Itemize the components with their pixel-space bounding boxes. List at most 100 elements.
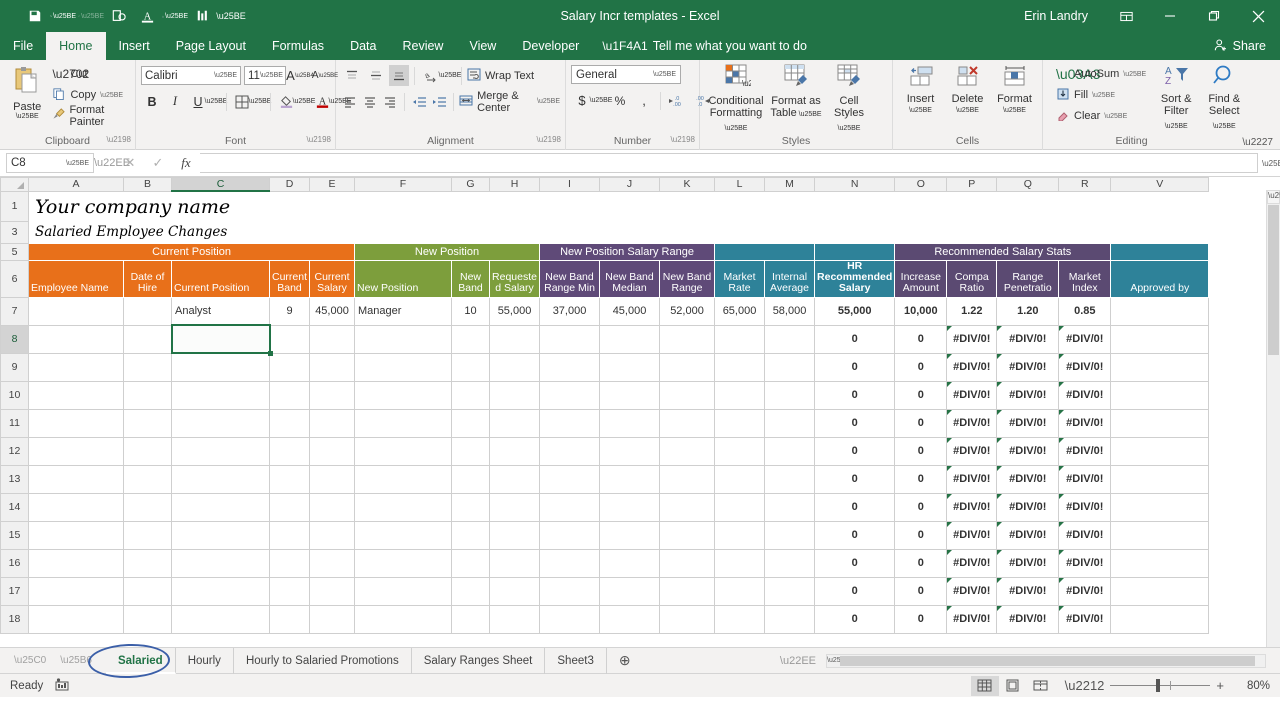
cell[interactable] (715, 605, 765, 633)
normal-view-button[interactable] (971, 676, 999, 696)
cell[interactable]: 0 (815, 325, 895, 353)
percent-button[interactable]: % (609, 90, 631, 111)
page-layout-view-button[interactable] (999, 676, 1027, 696)
cell[interactable] (1111, 493, 1209, 521)
format-cells-button[interactable]: Format \u25BE (992, 65, 1037, 117)
tell-me-box[interactable]: \u1F4A1 Tell me what you want to do (592, 32, 817, 60)
row-header-17[interactable]: 17 (1, 577, 29, 605)
cell[interactable] (355, 521, 452, 549)
cell[interactable] (172, 409, 270, 437)
cell[interactable] (1111, 297, 1209, 325)
cell[interactable] (660, 493, 715, 521)
cell[interactable]: #DIV/0! (1059, 577, 1111, 605)
cell[interactable] (29, 381, 124, 409)
cell[interactable]: 52,000 (660, 297, 715, 325)
cell[interactable] (600, 493, 660, 521)
autosum-button[interactable]: \u03A3 AutoSum \u25BE (1056, 64, 1146, 84)
cell[interactable] (124, 493, 172, 521)
company-name-title[interactable]: Your company name (29, 191, 1209, 221)
cell[interactable]: 0 (815, 437, 895, 465)
cell[interactable]: #DIV/0! (997, 437, 1059, 465)
cell-styles-button[interactable]: Cell Styles \u25BE (825, 64, 873, 135)
cell[interactable] (29, 493, 124, 521)
cell[interactable] (600, 381, 660, 409)
cell[interactable] (270, 577, 310, 605)
insert-function-icon[interactable]: fx (172, 155, 200, 171)
formula-input[interactable] (200, 153, 1258, 173)
cell[interactable] (310, 381, 355, 409)
previous-sheet-icon[interactable]: \u25C0 (14, 655, 46, 666)
cell[interactable]: #DIV/0! (1059, 493, 1111, 521)
cell[interactable]: #DIV/0! (1059, 353, 1111, 381)
sheet-tab-overflow-icon[interactable]: \u22EE (780, 655, 826, 667)
chart-icon[interactable] (190, 4, 216, 28)
cell[interactable]: 0 (895, 605, 947, 633)
cell[interactable] (452, 409, 490, 437)
fill-color-dropdown-icon[interactable]: \u25BE (165, 13, 188, 20)
column-header-c[interactable]: C (172, 178, 270, 192)
cell[interactable]: #DIV/0! (947, 549, 997, 577)
cell[interactable]: 0 (815, 605, 895, 633)
cell[interactable] (600, 437, 660, 465)
cell[interactable] (540, 353, 600, 381)
cell[interactable] (452, 465, 490, 493)
undo-dropdown-icon[interactable]: \u25BE (53, 13, 76, 20)
cell[interactable] (765, 577, 815, 605)
zoom-level[interactable]: 80% (1234, 680, 1270, 692)
cell[interactable] (355, 325, 452, 353)
cell[interactable]: 0 (815, 465, 895, 493)
cell[interactable] (715, 353, 765, 381)
cancel-formula-icon[interactable]: ✕ (116, 155, 144, 171)
column-header-f[interactable]: F (355, 178, 452, 192)
cell[interactable] (600, 549, 660, 577)
collapse-ribbon-button[interactable]: \u2227 (1242, 137, 1273, 148)
cell[interactable]: 45,000 (600, 297, 660, 325)
cell[interactable]: #DIV/0! (1059, 325, 1111, 353)
font-color-icon[interactable]: A (134, 4, 160, 28)
number-dialog-launcher[interactable]: \u2198 (671, 135, 695, 144)
row-header-7[interactable]: 7 (1, 297, 29, 325)
cell[interactable]: #DIV/0! (1059, 549, 1111, 577)
copy-button[interactable]: Copy \u25BE (52, 85, 130, 105)
cell[interactable] (660, 353, 715, 381)
cell[interactable] (1111, 437, 1209, 465)
cell[interactable]: #DIV/0! (997, 325, 1059, 353)
scroll-up-icon[interactable]: \u25B2 (1267, 190, 1280, 204)
ribbon-tab-developer[interactable]: Developer (509, 32, 592, 60)
cell[interactable] (540, 409, 600, 437)
font-name-input[interactable]: Calibri \u25BE (141, 66, 241, 85)
cell[interactable]: #DIV/0! (947, 353, 997, 381)
cell[interactable]: 0 (815, 577, 895, 605)
undo-icon[interactable]: \u25BE (50, 4, 76, 28)
cell[interactable] (270, 493, 310, 521)
wrap-text-button[interactable]: Wrap Text (467, 66, 534, 86)
fill-button[interactable]: Fill \u25BE (1056, 85, 1146, 105)
fill-color-button-dropdown-icon[interactable]: \u25BE (298, 91, 310, 112)
cell[interactable] (172, 465, 270, 493)
cell[interactable] (29, 605, 124, 633)
cell[interactable] (452, 521, 490, 549)
column-header-o[interactable]: O (895, 178, 947, 192)
decrease-indent-button[interactable] (410, 91, 428, 112)
cell[interactable]: #DIV/0! (1059, 465, 1111, 493)
column-header-q[interactable]: Q (997, 178, 1059, 192)
cell[interactable]: 0.85 (1059, 297, 1111, 325)
cell[interactable] (452, 577, 490, 605)
macro-record-icon[interactable] (43, 678, 69, 694)
cell[interactable] (540, 465, 600, 493)
cell[interactable] (172, 605, 270, 633)
cell[interactable]: 10 (452, 297, 490, 325)
fill-color-icon[interactable]: \u25BE (162, 4, 188, 28)
ribbon-display-options-icon[interactable] (1104, 0, 1148, 32)
cell[interactable]: 45,000 (310, 297, 355, 325)
cell[interactable] (355, 381, 452, 409)
cell[interactable] (124, 465, 172, 493)
cell[interactable] (660, 521, 715, 549)
cell[interactable] (29, 521, 124, 549)
cell[interactable] (124, 353, 172, 381)
cell[interactable]: #DIV/0! (997, 605, 1059, 633)
cell[interactable] (660, 549, 715, 577)
vertical-scrollbar[interactable]: \u25B2 (1266, 190, 1280, 647)
cell[interactable]: 9 (270, 297, 310, 325)
cell[interactable] (600, 521, 660, 549)
